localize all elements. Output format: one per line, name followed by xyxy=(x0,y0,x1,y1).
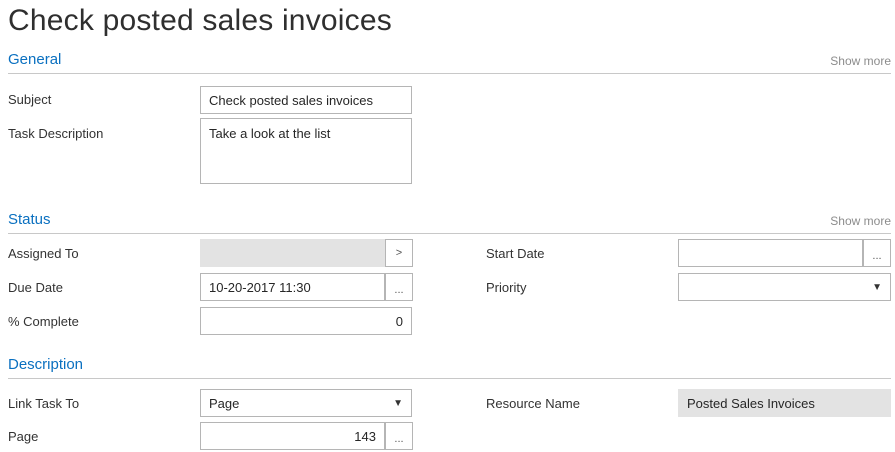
subject-input[interactable]: Check posted sales invoices xyxy=(200,86,412,114)
status-show-more-link[interactable]: Show more xyxy=(830,214,891,228)
percent-complete-label: % Complete xyxy=(8,314,79,329)
general-show-more-link[interactable]: Show more xyxy=(830,54,891,68)
priority-label: Priority xyxy=(486,280,527,295)
assigned-to-lookup-button[interactable]: > xyxy=(385,239,413,267)
link-task-to-selected-value: Page xyxy=(209,395,240,411)
link-task-to-select[interactable]: Page ▼ xyxy=(200,389,412,417)
dropdown-arrow-icon: ▼ xyxy=(393,397,403,409)
resource-name-label: Resource Name xyxy=(486,396,580,411)
task-description-label: Task Description xyxy=(8,126,104,141)
dropdown-arrow-icon: ▼ xyxy=(872,281,882,293)
general-section-title[interactable]: General xyxy=(8,51,61,68)
start-date-input[interactable] xyxy=(678,239,863,267)
due-date-label: Due Date xyxy=(8,280,63,295)
status-section-header: Status Show more xyxy=(8,210,891,234)
due-date-picker-button[interactable]: ... xyxy=(385,273,413,301)
start-date-label: Start Date xyxy=(486,246,545,261)
start-date-picker-button[interactable]: ... xyxy=(863,239,891,267)
ellipsis-icon: ... xyxy=(394,433,404,445)
general-section-header: General Show more xyxy=(8,50,891,74)
percent-complete-input[interactable]: 0 xyxy=(200,307,412,335)
page-title: Check posted sales invoices xyxy=(8,4,392,37)
page-number-input[interactable]: 143 xyxy=(200,422,385,450)
description-section-title[interactable]: Description xyxy=(8,356,83,373)
description-section-header: Description xyxy=(8,355,891,379)
subject-label: Subject xyxy=(8,92,52,107)
task-description-textarea[interactable]: Take a look at the list xyxy=(200,118,412,184)
ellipsis-icon: ... xyxy=(394,284,404,296)
priority-select[interactable]: ▼ xyxy=(678,273,891,301)
page-label: Page xyxy=(8,429,39,444)
page-lookup-button[interactable]: ... xyxy=(385,422,413,450)
assigned-to-field[interactable] xyxy=(200,239,385,267)
due-date-input[interactable]: 10-20-2017 11:30 xyxy=(200,273,385,301)
resource-name-field: Posted Sales Invoices xyxy=(678,389,891,417)
link-task-to-label: Link Task To xyxy=(8,396,80,411)
assigned-to-label: Assigned To xyxy=(8,246,79,261)
ellipsis-icon: ... xyxy=(872,250,882,262)
status-section-title[interactable]: Status xyxy=(8,211,51,228)
